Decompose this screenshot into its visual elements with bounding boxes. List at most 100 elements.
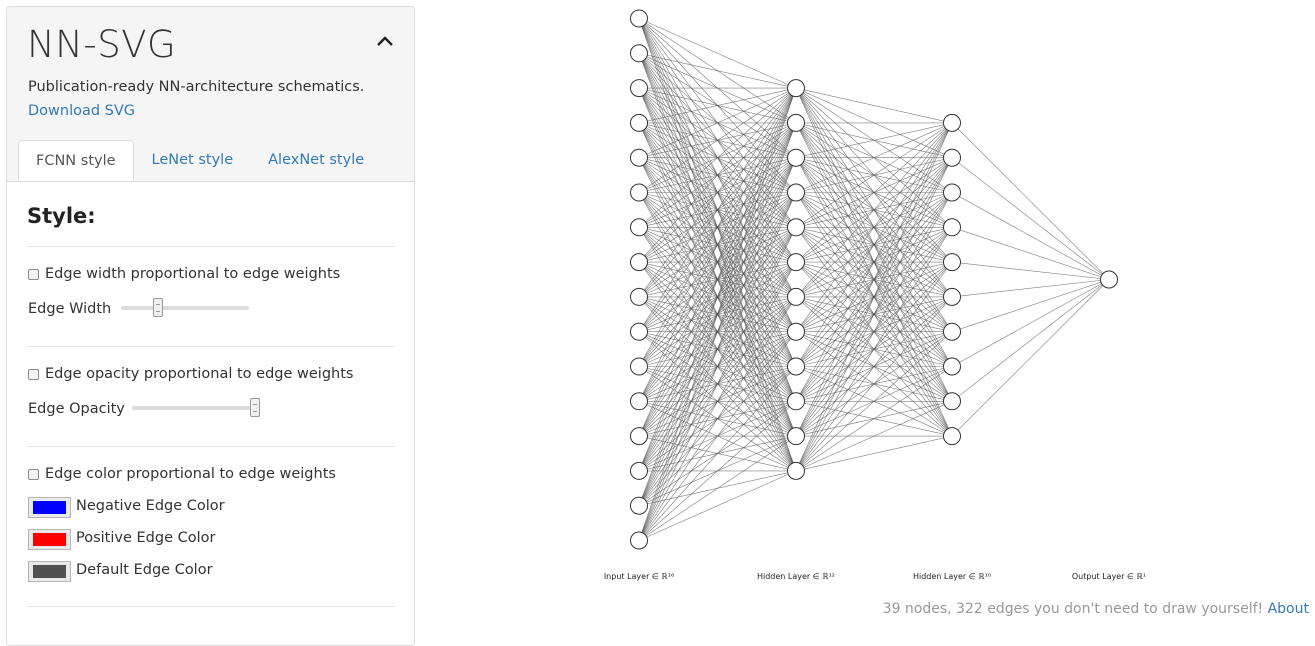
node-layer-1 [787, 253, 805, 272]
edge [795, 157, 953, 472]
edge-width-slider[interactable] [121, 298, 249, 317]
edge-opacity-slider-thumb[interactable] [250, 398, 260, 417]
edge-opacity-checkbox-label: Edge opacity proportional to edge weight… [45, 366, 354, 382]
edge [951, 279, 1110, 367]
edge [951, 261, 1110, 280]
network-diagram: Input Layer ∈ ℝ¹⁶ Hidden Layer ∈ ℝ¹² Hidde… [604, 9, 1146, 581]
edge-width-slider-thumb[interactable] [152, 298, 163, 317]
node-layer-2 [943, 392, 961, 411]
edge [951, 279, 1110, 437]
tab-fcnn-style[interactable]: FCNN style [18, 140, 134, 181]
positive-edge-color-label: Positive Edge Color [76, 530, 216, 546]
control-panel: NN-SVG Publication-ready NN-architecture… [6, 6, 415, 646]
node-layer-3 [1100, 270, 1118, 289]
node-layer-1 [787, 148, 805, 167]
footer: 39 nodes, 322 edges you don't need to dr… [883, 601, 1309, 617]
download-svg-link[interactable]: Download SVG [28, 103, 135, 119]
edge-color-checkbox[interactable] [28, 468, 39, 480]
node-layer-1 [787, 218, 805, 237]
edge [795, 227, 953, 472]
edge [951, 157, 1110, 280]
edge [951, 227, 1110, 280]
negative-edge-color-swatch[interactable] [28, 497, 71, 518]
edge [638, 470, 797, 541]
node-layer-0 [630, 148, 648, 167]
style-tabs: FCNN style LeNet style AlexNet style [18, 140, 382, 181]
edge [795, 435, 953, 472]
tab-alexnet-style[interactable]: AlexNet style [251, 140, 381, 181]
default-color-fill [33, 565, 66, 578]
node-layer-0 [630, 427, 648, 446]
node-layer-0 [630, 9, 648, 28]
node-layer-2 [943, 148, 961, 167]
edge-opacity-slider[interactable] [132, 398, 260, 417]
edge [951, 279, 1110, 298]
app-title: NN-SVG [27, 23, 177, 66]
node-layer-0 [630, 183, 648, 202]
divider [27, 446, 395, 447]
edge [951, 122, 1110, 280]
edge-width-checkbox-row[interactable]: Edge width proportional to edge weights [28, 266, 340, 282]
node-layer-1 [787, 287, 805, 306]
divider [27, 606, 395, 607]
chevron-up-icon[interactable] [374, 31, 396, 53]
positive-color-fill [33, 533, 66, 546]
divider [27, 246, 395, 247]
node-layer-1 [787, 322, 805, 341]
node-layer-2 [943, 253, 961, 272]
node-layer-2 [943, 183, 961, 202]
divider [27, 346, 395, 347]
style-heading: Style: [27, 204, 96, 228]
default-edge-color-label: Default Edge Color [76, 562, 213, 578]
negative-edge-color-label: Negative Edge Color [76, 498, 225, 514]
node-layer-1 [787, 79, 805, 98]
node-layer-0 [630, 113, 648, 132]
edge-color-checkbox-label: Edge color proportional to edge weights [45, 466, 336, 482]
edge-opacity-checkbox-row[interactable]: Edge opacity proportional to edge weight… [28, 366, 353, 382]
edge-opacity-checkbox[interactable] [28, 368, 39, 380]
edges [638, 18, 1110, 541]
edge-width-label: Edge Width [28, 301, 112, 317]
node-layer-1 [787, 427, 805, 446]
edge-width-checkbox-label: Edge width proportional to edge weights [45, 266, 341, 282]
node-layer-2 [943, 113, 961, 132]
footer-stats: 39 nodes, 322 edges you don't need to dr… [882, 601, 1264, 617]
node-layer-0 [630, 287, 648, 306]
edge [951, 279, 1110, 332]
node-layer-2 [943, 427, 961, 446]
node-layer-0 [630, 392, 648, 411]
positive-edge-color-swatch[interactable] [28, 529, 71, 550]
edge-color-checkbox-row[interactable]: Edge color proportional to edge weights [28, 466, 336, 482]
tagline: Publication-ready NN-architecture schema… [28, 79, 365, 95]
panel-header: NN-SVG Publication-ready NN-architecture… [7, 7, 414, 182]
edge-width-checkbox[interactable] [28, 268, 39, 280]
edge [951, 279, 1110, 402]
node-layer-1 [787, 461, 805, 480]
node-layer-2 [943, 357, 961, 376]
node-layer-0 [630, 496, 648, 515]
about-link[interactable]: About [1268, 601, 1309, 617]
node-layer-0 [630, 322, 648, 341]
layer-label: Input Layer ∈ ℝ¹⁶ [604, 572, 674, 581]
edge [951, 192, 1110, 280]
tab-lenet-style[interactable]: LeNet style [135, 140, 251, 181]
node-layer-1 [787, 357, 805, 376]
layer-label: Output Layer ∈ ℝ¹ [1072, 572, 1146, 581]
node-layer-1 [787, 113, 805, 132]
node-layer-0 [630, 531, 648, 550]
layer-label: Hidden Layer ∈ ℝ¹² [757, 572, 835, 581]
node-layer-0 [630, 218, 648, 237]
edge [795, 87, 953, 124]
default-edge-color-swatch[interactable] [28, 561, 71, 582]
node-layer-0 [630, 357, 648, 376]
node-layer-2 [943, 287, 961, 306]
edge [638, 18, 797, 89]
node-layer-2 [943, 218, 961, 237]
node-layer-0 [630, 79, 648, 98]
node-layer-0 [630, 44, 648, 63]
node-layer-0 [630, 461, 648, 480]
edge-opacity-label: Edge Opacity [28, 401, 125, 417]
layer-label: Hidden Layer ∈ ℝ¹⁰ [913, 572, 991, 581]
node-layer-0 [630, 253, 648, 272]
node-layer-2 [943, 322, 961, 341]
